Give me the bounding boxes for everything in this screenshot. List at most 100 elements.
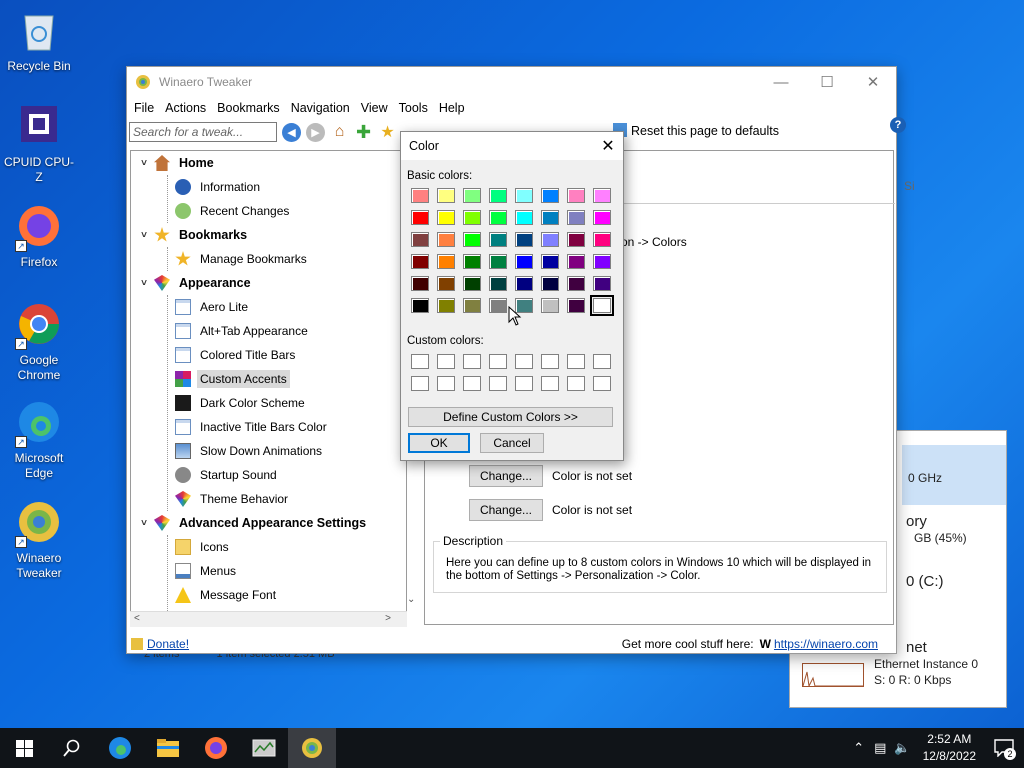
menu-tools[interactable]: Tools (396, 101, 436, 115)
basic-color-swatch[interactable] (541, 254, 559, 269)
help-icon[interactable]: ? (890, 117, 906, 133)
basic-color-swatch[interactable] (411, 210, 429, 225)
desktop-icon-winaero-tweaker[interactable]: ↗ Winaero Tweaker (1, 500, 77, 581)
basic-color-swatch[interactable] (437, 298, 455, 313)
tree-item-colored-title-bars[interactable]: Colored Title Bars (131, 343, 406, 367)
bookmarks-star-icon[interactable]: ★ (378, 123, 397, 142)
custom-color-swatch[interactable] (593, 376, 611, 391)
close-icon[interactable]: ✕ (593, 136, 623, 156)
donate-link[interactable]: Donate! (147, 637, 189, 651)
custom-color-swatch[interactable] (515, 354, 533, 369)
menu-file[interactable]: File (131, 101, 162, 115)
custom-color-swatch[interactable] (437, 376, 455, 391)
basic-color-swatch[interactable] (567, 232, 585, 247)
expand-chevron-icon[interactable]: ˅ (137, 518, 151, 529)
menu-navigation[interactable]: Navigation (288, 101, 358, 115)
basic-color-swatch[interactable] (437, 254, 455, 269)
ok-button[interactable]: OK (408, 433, 470, 453)
menu-view[interactable]: View (358, 101, 396, 115)
custom-color-swatch[interactable] (567, 354, 585, 369)
basic-color-swatch[interactable] (593, 188, 611, 203)
custom-color-swatch[interactable] (411, 354, 429, 369)
basic-color-swatch[interactable] (515, 210, 533, 225)
custom-color-swatch[interactable] (463, 354, 481, 369)
clock[interactable]: 2:52 AM 12/8/2022 (915, 731, 984, 765)
basic-color-swatch[interactable] (463, 298, 481, 313)
basic-color-swatch[interactable] (541, 210, 559, 225)
tree-item-manage-bookmarks[interactable]: Manage Bookmarks (131, 247, 406, 271)
basic-color-swatch[interactable] (593, 276, 611, 291)
tree-horizontal-scrollbar[interactable]: < > (130, 611, 407, 627)
change-color-button-2[interactable]: Change... (469, 499, 543, 521)
basic-color-swatch[interactable] (515, 188, 533, 203)
basic-color-swatch[interactable] (489, 232, 507, 247)
tree-item-alt-tab-appearance[interactable]: Alt+Tab Appearance (131, 319, 406, 343)
define-custom-colors-button[interactable]: Define Custom Colors >> (408, 407, 613, 427)
tree-item-aero-lite[interactable]: Aero Lite (131, 295, 406, 319)
custom-color-swatch[interactable] (593, 354, 611, 369)
basic-color-swatch[interactable] (593, 254, 611, 269)
tree-item-icons[interactable]: Icons (131, 535, 406, 559)
taskbar-edge[interactable] (96, 728, 144, 768)
tree-item-information[interactable]: Information (131, 175, 406, 199)
reset-page-button[interactable]: Reset this page to defaults (613, 123, 779, 138)
basic-color-swatch[interactable] (541, 188, 559, 203)
basic-color-swatch[interactable] (567, 210, 585, 225)
basic-color-swatch[interactable] (593, 232, 611, 247)
desktop-icon-recycle-bin[interactable]: Recycle Bin (1, 8, 77, 74)
expand-chevron-icon[interactable]: ˅ (137, 230, 151, 241)
cancel-button[interactable]: Cancel (480, 433, 544, 453)
notification-center-button[interactable]: 2 (984, 728, 1024, 768)
winaero-site-link[interactable]: https://winaero.com (774, 637, 878, 651)
color-dialog-titlebar[interactable]: Color ✕ (401, 132, 623, 160)
basic-color-swatch[interactable] (489, 298, 507, 313)
menu-actions[interactable]: Actions (162, 101, 214, 115)
basic-color-swatch[interactable] (463, 276, 481, 291)
search-button[interactable] (48, 728, 96, 768)
basic-color-swatch[interactable] (463, 254, 481, 269)
desktop-icon-firefox[interactable]: ↗ Firefox (1, 204, 77, 270)
basic-color-swatch[interactable] (567, 276, 585, 291)
tree-item-theme-behavior[interactable]: Theme Behavior (131, 487, 406, 511)
basic-color-swatch[interactable] (411, 298, 429, 313)
basic-color-swatch[interactable] (411, 254, 429, 269)
custom-color-swatch[interactable] (567, 376, 585, 391)
basic-color-swatch[interactable] (463, 232, 481, 247)
basic-color-swatch[interactable] (515, 232, 533, 247)
volume-muted-icon[interactable]: 🔈 (890, 740, 914, 756)
custom-color-swatch[interactable] (489, 376, 507, 391)
tree-item-menus[interactable]: Menus (131, 559, 406, 583)
tree-item-inactive-title-bars-color[interactable]: Inactive Title Bars Color (131, 415, 406, 439)
basic-color-swatch[interactable] (437, 232, 455, 247)
basic-color-swatch[interactable] (567, 298, 585, 313)
forward-arrow-icon[interactable]: ▶ (306, 122, 325, 142)
tree-item-home[interactable]: ˅ Home (131, 151, 406, 175)
basic-color-swatch[interactable] (515, 254, 533, 269)
custom-color-swatch[interactable] (437, 354, 455, 369)
basic-color-swatch[interactable] (463, 210, 481, 225)
back-arrow-icon[interactable]: ◀ (282, 122, 301, 142)
custom-color-swatch[interactable] (541, 376, 559, 391)
expand-chevron-icon[interactable]: ˅ (137, 278, 151, 289)
expand-chevron-icon[interactable]: ˅ (137, 158, 151, 169)
menu-help[interactable]: Help (436, 101, 473, 115)
scroll-right-arrow[interactable]: > (385, 613, 391, 624)
basic-color-swatch[interactable] (411, 188, 429, 203)
search-input[interactable]: Search for a tweak... (129, 122, 277, 142)
tree-item-advanced-appearance-settings[interactable]: ˅ Advanced Appearance Settings (131, 511, 406, 535)
basic-color-swatch[interactable] (593, 210, 611, 225)
basic-color-swatch[interactable] (515, 276, 533, 291)
basic-color-swatch[interactable] (463, 188, 481, 203)
desktop-icon-google-chrome[interactable]: ↗ Google Chrome (1, 302, 77, 383)
basic-color-swatch[interactable] (567, 188, 585, 203)
custom-color-swatch[interactable] (489, 354, 507, 369)
taskbar-task-manager[interactable] (240, 728, 288, 768)
tree-item-dark-color-scheme[interactable]: Dark Color Scheme (131, 391, 406, 415)
tree-item-startup-sound[interactable]: Startup Sound (131, 463, 406, 487)
tree-item-custom-accents[interactable]: Custom Accents (131, 367, 406, 391)
custom-color-swatch[interactable] (411, 376, 429, 391)
basic-color-swatch[interactable] (437, 188, 455, 203)
scroll-left-arrow[interactable]: < (134, 613, 140, 624)
home-icon[interactable]: ⌂ (330, 123, 349, 142)
tree-item-recent-changes[interactable]: Recent Changes (131, 199, 406, 223)
